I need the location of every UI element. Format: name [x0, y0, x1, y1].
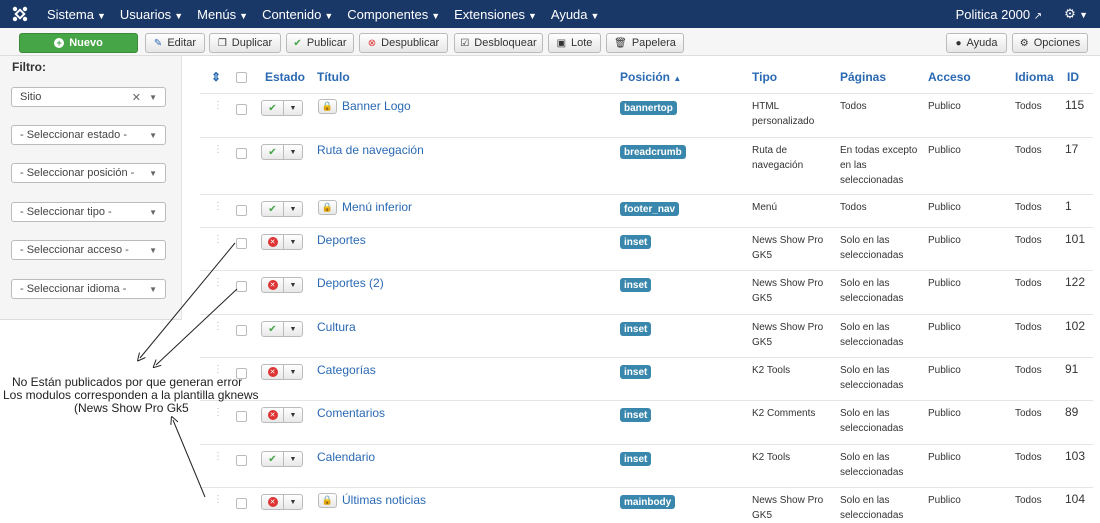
- annotation-line-3: (News Show Pro Gk5: [74, 401, 189, 415]
- annotation-arrows: [0, 242, 238, 498]
